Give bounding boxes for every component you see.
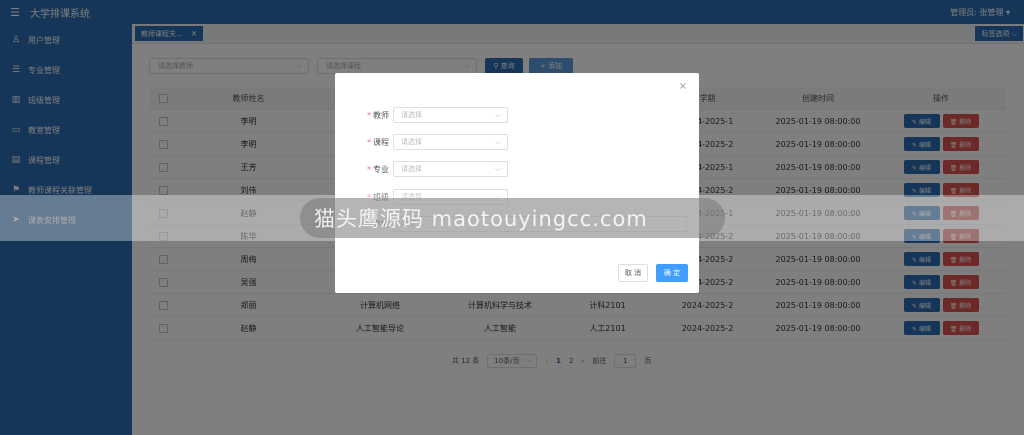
chevron-down-icon: ⌵ — [494, 110, 501, 119]
form-row-major: * 专业 请选择 ⌵ — [335, 161, 508, 177]
chevron-down-icon: ⌵ — [494, 137, 501, 146]
teacher-select[interactable]: 请选择 ⌵ — [393, 107, 508, 123]
course-select[interactable]: 请选择 ⌵ — [393, 134, 508, 150]
chevron-down-icon: ⌵ — [494, 164, 501, 173]
watermark: 猫头鹰源码 maotouyingcc.com — [300, 198, 725, 238]
confirm-button[interactable]: 确 定 — [656, 264, 688, 282]
form-row-course: * 课程 请选择 ⌵ — [335, 134, 508, 150]
edit-dialog: × *教师 请选择⌵ *课程 请选择⌵ *专业 请选择⌵ *班级 请选择⌵ *学… — [335, 73, 699, 293]
major-select[interactable]: 请选择 ⌵ — [393, 161, 508, 177]
close-icon[interactable]: × — [679, 81, 687, 92]
cancel-button[interactable]: 取 消 — [618, 264, 648, 282]
form-row-teacher: * 教师 请选择 ⌵ — [335, 107, 508, 123]
